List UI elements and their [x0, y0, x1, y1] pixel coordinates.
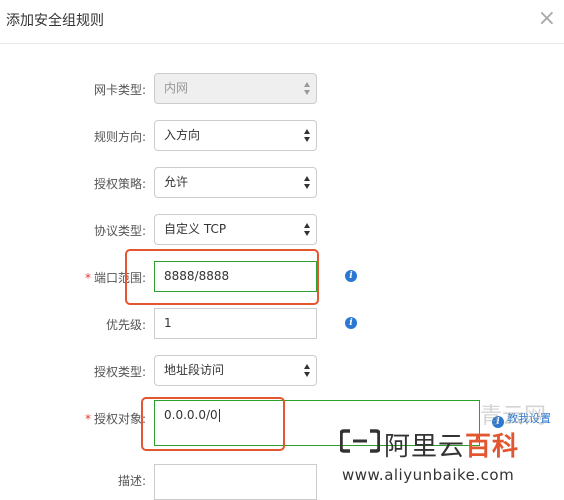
select-arrows-icon	[304, 364, 311, 378]
priority-input[interactable]: 1	[154, 308, 317, 339]
required-mark: *	[84, 412, 91, 426]
brand-prefix: 阿里云	[384, 432, 466, 462]
info-icon[interactable]: i	[345, 270, 357, 282]
port-range-value: 8888/8888	[164, 269, 230, 283]
port-range-label: * 端口范围:	[85, 269, 146, 286]
dialog-header: 添加安全组规则 ×	[0, 0, 564, 44]
select-arrows-icon	[304, 129, 311, 143]
watermark-url: www.aliyunbaike.com	[342, 466, 515, 484]
policy-value: 允许	[164, 175, 189, 189]
nic-type-select: 内网	[154, 73, 317, 104]
brand-highlight: 百科	[465, 432, 520, 462]
protocol-value: 自定义 TCP	[164, 222, 227, 236]
select-arrows-icon	[304, 223, 311, 237]
policy-label: 授权策略:	[93, 177, 146, 191]
description-label: 描述:	[117, 474, 146, 488]
auth-type-select[interactable]: 地址段访问	[154, 355, 317, 386]
info-icon[interactable]: i	[345, 317, 357, 329]
policy-select[interactable]: 允许	[154, 167, 317, 198]
auth-object-label: * 授权对象:	[85, 410, 146, 427]
protocol-label: 协议类型:	[93, 224, 146, 238]
watermark-brand: 阿里云百科	[384, 426, 519, 463]
select-arrows-icon	[304, 176, 311, 190]
auth-type-label: 授权类型:	[93, 365, 146, 379]
direction-value: 入方向	[164, 128, 201, 142]
nic-type-label: 网卡类型:	[93, 83, 146, 97]
protocol-select[interactable]: 自定义 TCP	[154, 214, 317, 245]
priority-value: 1	[164, 316, 172, 330]
aliyun-logo-icon	[340, 429, 380, 453]
auth-object-label-text: 授权对象:	[93, 412, 146, 426]
port-range-input[interactable]: 8888/8888	[154, 261, 317, 292]
direction-select[interactable]: 入方向	[154, 120, 317, 151]
dialog-title: 添加安全组规则	[6, 13, 104, 29]
direction-label: 规则方向:	[93, 130, 146, 144]
auth-object-value: 0.0.0.0/0	[164, 408, 218, 422]
port-range-label-text: 端口范围:	[93, 271, 146, 285]
close-icon[interactable]: ×	[538, 6, 556, 32]
text-cursor	[218, 409, 220, 422]
auth-type-value: 地址段访问	[164, 363, 225, 377]
required-mark: *	[84, 271, 91, 285]
priority-label: 优先级:	[105, 318, 146, 332]
nic-type-value: 内网	[164, 81, 189, 95]
description-textarea[interactable]	[154, 464, 317, 500]
select-arrows-icon	[304, 82, 311, 96]
